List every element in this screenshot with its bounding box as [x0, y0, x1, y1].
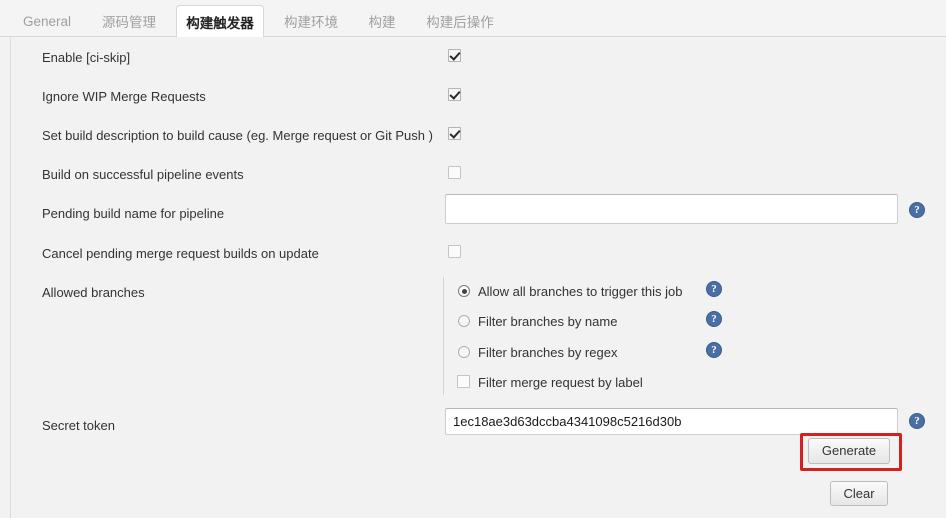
label-filter-merge-request-by-label[interactable]: Filter merge request by label	[478, 376, 643, 390]
options-divider	[443, 277, 444, 395]
checkbox-build-on-pipeline[interactable]	[448, 166, 461, 179]
config-page: Enable [ci-skip] Ignore WIP Merge Reques…	[0, 37, 946, 518]
help-icon-filter-branches-by-regex[interactable]: ?	[706, 342, 722, 358]
tab-source-code[interactable]: 源码管理	[88, 5, 170, 37]
radio-allow-all-branches[interactable]	[458, 285, 470, 297]
label-allow-all-branches[interactable]: Allow all branches to trigger this job	[478, 285, 683, 299]
secret-token-input[interactable]	[445, 408, 898, 435]
pending-build-name-input[interactable]	[445, 194, 898, 224]
label-filter-branches-by-regex[interactable]: Filter branches by regex	[478, 346, 617, 360]
row-secret-token: Secret token ?	[12, 405, 946, 445]
row-build-on-pipeline: Build on successful pipeline events	[12, 160, 946, 190]
tab-build-env[interactable]: 构建环境	[270, 5, 352, 37]
build-triggers-form: Enable [ci-skip] Ignore WIP Merge Reques…	[12, 37, 946, 518]
row-cancel-pending: Cancel pending merge request builds on u…	[12, 239, 946, 269]
radio-filter-branches-by-name[interactable]	[458, 315, 470, 327]
clear-button[interactable]: Clear	[830, 481, 888, 506]
label-filter-branches-by-name[interactable]: Filter branches by name	[478, 315, 617, 329]
help-icon-pending-build-name[interactable]: ?	[909, 202, 925, 218]
help-icon-filter-branches-by-name[interactable]: ?	[706, 311, 722, 327]
tab-general[interactable]: General	[14, 5, 80, 37]
label-secret-token: Secret token	[42, 418, 115, 433]
generate-button[interactable]: Generate	[808, 438, 890, 464]
tab-build[interactable]: 构建	[358, 5, 406, 37]
checkbox-set-build-description[interactable]	[448, 127, 461, 140]
label-pending-build-name: Pending build name for pipeline	[42, 206, 225, 221]
left-rail-divider	[10, 37, 11, 518]
label-build-on-pipeline: Build on successful pipeline events	[42, 167, 244, 182]
row-allowed-branches: Allowed branches Allow all branches to t…	[12, 277, 946, 397]
label-set-build-description: Set build description to build cause (eg…	[42, 128, 433, 143]
row-pending-build-name: Pending build name for pipeline ?	[12, 194, 946, 232]
checkbox-cancel-pending[interactable]	[448, 245, 461, 258]
label-enable-ci-skip: Enable [ci-skip]	[42, 50, 131, 65]
row-ignore-wip: Ignore WIP Merge Requests	[12, 82, 946, 112]
checkbox-enable-ci-skip[interactable]	[448, 49, 461, 62]
tab-post-build[interactable]: 构建后操作	[412, 5, 508, 37]
tab-bar: General 源码管理 构建触发器 构建环境 构建 构建后操作	[0, 0, 946, 38]
checkbox-ignore-wip[interactable]	[448, 88, 461, 101]
label-allowed-branches: Allowed branches	[42, 285, 145, 300]
radio-filter-branches-by-regex[interactable]	[458, 346, 470, 358]
label-cancel-pending: Cancel pending merge request builds on u…	[42, 246, 319, 261]
checkbox-filter-merge-request-by-label[interactable]	[457, 375, 470, 388]
help-icon-allow-all-branches[interactable]: ?	[706, 281, 722, 297]
help-icon-secret-token[interactable]: ?	[909, 413, 925, 429]
tab-build-triggers[interactable]: 构建触发器	[176, 5, 264, 38]
label-ignore-wip: Ignore WIP Merge Requests	[42, 89, 206, 104]
row-enable-ci-skip: Enable [ci-skip]	[12, 43, 946, 73]
row-set-build-description: Set build description to build cause (eg…	[12, 121, 946, 151]
